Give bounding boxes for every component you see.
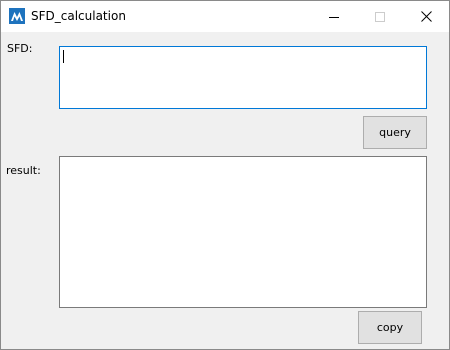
minimize-button[interactable] [311, 1, 357, 32]
close-icon [420, 11, 432, 22]
app-logo-icon [9, 8, 25, 24]
copy-button[interactable]: copy [358, 311, 422, 344]
text-caret [63, 50, 64, 63]
result-label: result: [6, 164, 41, 177]
query-button[interactable]: query [363, 116, 427, 149]
sfd-input[interactable] [59, 46, 427, 109]
result-output[interactable] [59, 156, 427, 308]
maximize-icon [375, 11, 385, 22]
title-bar[interactable]: SFD_calculation [1, 1, 449, 32]
sfd-label: SFD: [7, 42, 33, 55]
app-window: SFD_calculation SFD: query result: copy [0, 0, 450, 350]
close-button[interactable] [403, 1, 449, 32]
maximize-button[interactable] [357, 1, 403, 32]
minimize-icon [329, 16, 339, 18]
window-title: SFD_calculation [31, 9, 126, 23]
